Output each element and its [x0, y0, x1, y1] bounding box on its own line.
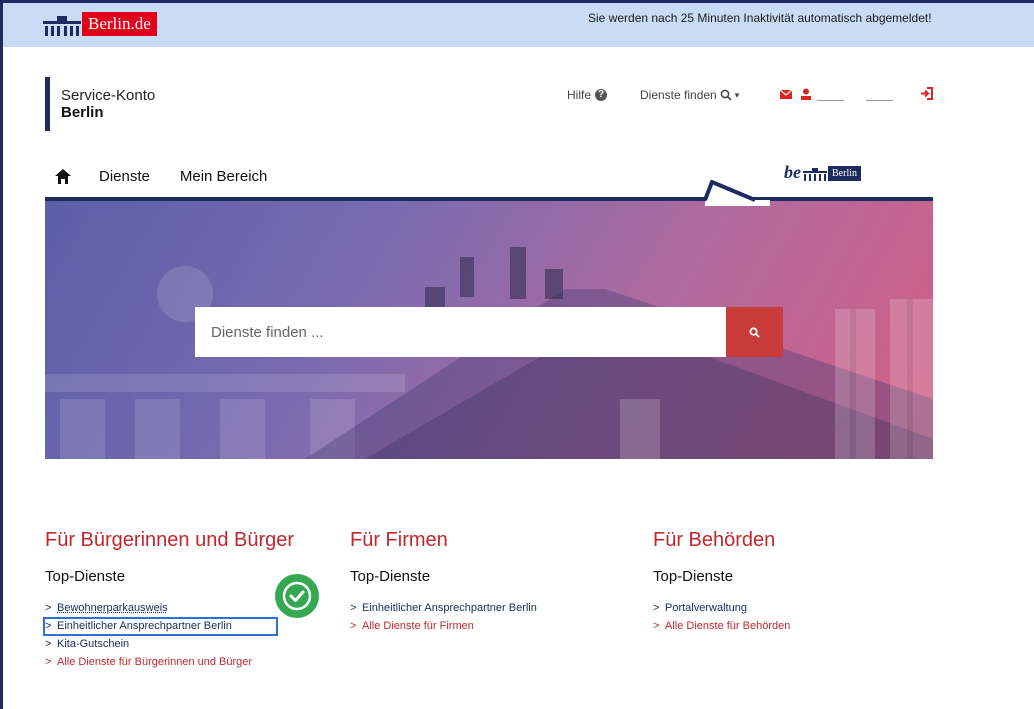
user-icon[interactable]	[800, 88, 812, 100]
brandenburg-gate-icon	[43, 16, 81, 36]
envelope-icon[interactable]	[780, 90, 792, 99]
be-logo-badge: Berlin	[828, 166, 861, 181]
account-slot	[866, 100, 893, 101]
column-authorities: Für Behörden Top-Dienste > Portalverwaltu…	[653, 529, 790, 635]
column-heading: Für Firmen	[350, 529, 448, 551]
brand-title: Service-Konto	[61, 87, 156, 104]
link-label: Alle Dienste für Bürgerinnen und Bürger	[57, 656, 253, 668]
all-services-link[interactable]: > Alle Dienste für Firmen	[350, 617, 537, 635]
be-berlin-logo: be Berlin	[784, 163, 861, 181]
find-services-label: Dienste finden	[640, 88, 717, 102]
top-bar: Berlin.de Sie werden nach 25 Minuten Ina…	[3, 3, 1034, 47]
all-services-link[interactable]: > Alle Dienste für Behörden	[653, 617, 790, 635]
brandenburg-gate-icon	[803, 168, 827, 181]
check-icon	[275, 574, 319, 618]
chevron-right-icon: >	[45, 602, 52, 614]
column-subheading: Top-Dienste	[653, 568, 734, 585]
berlin-de-logo[interactable]: Berlin.de	[43, 12, 157, 36]
all-services-link[interactable]: > Alle Dienste für Bürgerinnen und Bürger	[45, 653, 294, 671]
question-icon: ?	[595, 89, 608, 101]
link-label: Alle Dienste für Firmen	[362, 620, 474, 632]
search-icon	[749, 327, 760, 338]
brand-subtitle: Berlin	[61, 104, 104, 121]
column-heading: Für Behörden	[653, 529, 776, 551]
chevron-right-icon: >	[653, 602, 660, 614]
column-subheading: Top-Dienste	[45, 568, 126, 585]
link-label: Bewohnerparkausweis	[57, 602, 168, 614]
service-list: > Einheitlicher Ansprechpartner Berlin > A…	[350, 599, 537, 635]
help-link[interactable]: Hilfe ?	[567, 88, 608, 102]
column-citizens: Für Bürgerinnen und Bürger Top-Dienste >…	[45, 529, 294, 671]
inactivity-notice: Sie werden nach 25 Minuten Inaktivität a…	[588, 11, 932, 25]
service-konto-logo[interactable]: Service-Konto Berlin	[45, 77, 155, 131]
search-input[interactable]	[195, 307, 726, 357]
hero-top-border	[45, 197, 933, 201]
chevron-right-icon: >	[45, 656, 52, 668]
list-item[interactable]: > Kita-Gutschein	[45, 635, 294, 653]
main-nav: Dienste Mein Bereich	[55, 168, 297, 185]
column-companies: Für Firmen Top-Dienste > Einheitlicher An…	[350, 529, 537, 635]
be-logo-text: be	[784, 162, 801, 182]
chevron-right-icon: >	[350, 602, 357, 614]
chevron-right-icon: >	[350, 620, 357, 632]
search-icon	[720, 89, 732, 101]
column-heading: Für Bürgerinnen und Bürger	[45, 529, 295, 551]
link-label: Kita-Gutschein	[57, 638, 130, 650]
list-item[interactable]: > Einheitlicher Ansprechpartner Berlin	[350, 599, 537, 617]
chevron-right-icon: >	[653, 620, 660, 632]
link-label: Alle Dienste für Behörden	[665, 620, 791, 632]
hero-search	[195, 307, 783, 357]
list-item[interactable]: > Bewohnerparkausweis	[45, 599, 294, 617]
list-item[interactable]: > Portalverwaltung	[653, 599, 790, 617]
nav-item-mein-bereich[interactable]: Mein Bereich	[180, 168, 268, 185]
chevron-down-icon: ▾	[734, 89, 740, 100]
link-label: Einheitlicher Ansprechpartner Berlin	[362, 602, 537, 614]
nav-item-dienste[interactable]: Dienste	[99, 168, 150, 185]
logout-icon[interactable]	[920, 87, 933, 100]
chevron-right-icon: >	[45, 638, 52, 650]
find-services-dropdown[interactable]: Dienste finden ▾	[640, 88, 739, 102]
speech-notch	[703, 180, 770, 206]
help-label: Hilfe	[567, 88, 592, 102]
service-list: > Portalverwaltung > Alle Dienste für Behö…	[653, 599, 790, 635]
home-icon[interactable]	[55, 169, 71, 184]
link-label: Portalverwaltung	[665, 602, 747, 614]
search-button[interactable]	[726, 307, 783, 357]
berlin-de-wordmark: Berlin.de	[82, 12, 157, 36]
selection-highlight	[43, 617, 278, 636]
username-slot	[817, 100, 844, 101]
column-subheading: Top-Dienste	[350, 568, 431, 585]
